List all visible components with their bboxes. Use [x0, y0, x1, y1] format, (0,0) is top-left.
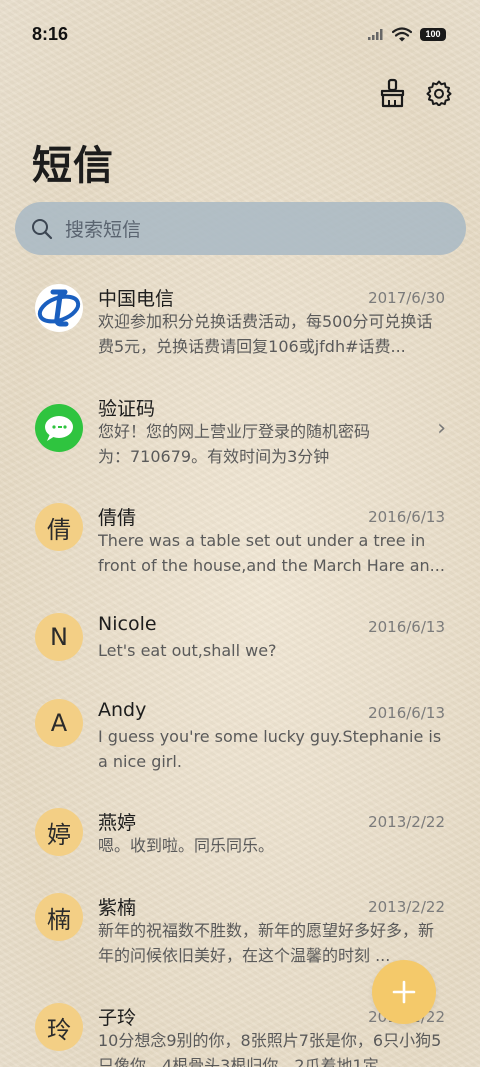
battery-indicator: 100: [420, 27, 446, 41]
contact-name: Andy: [98, 699, 147, 721]
plus-icon: [392, 980, 416, 1004]
avatar: A: [35, 699, 83, 747]
contact-name: 燕婷: [98, 812, 137, 834]
message-preview: 欢迎参加积分兑换话费活动，每500分可兑换话费5元，兑换话费请回复106或jfd…: [98, 312, 433, 356]
conversation-item[interactable]: 验证码 您好！您的网上营业厅登录的随机密码为：710679。有效时间为3分钟 ›: [0, 392, 480, 492]
avatar: [35, 284, 83, 332]
search-placeholder: 搜索短信: [65, 219, 142, 241]
message-date: 2013/2/22: [368, 813, 445, 831]
header-actions: [378, 76, 454, 110]
conversation-item[interactable]: 倩 倩倩 2016/6/13 There was a table set out…: [0, 500, 480, 600]
avatar: 楠: [35, 893, 83, 941]
clean-button[interactable]: [378, 76, 408, 110]
avatar: N: [35, 613, 83, 661]
message-date: 2016/6/13: [368, 508, 445, 526]
contact-name: 子玲: [98, 1007, 137, 1029]
avatar: 玲: [35, 1003, 83, 1051]
page-title: 短信: [32, 143, 114, 189]
conversation-item[interactable]: 婷 燕婷 2013/2/22 嗯。收到啦。同乐同乐。: [0, 805, 480, 885]
status-time: 8:16: [32, 23, 69, 44]
contact-name: 中国电信: [98, 288, 175, 310]
message-preview: I guess you're some lucky guy.Stephanie …: [98, 727, 442, 771]
signal-icon: [368, 29, 383, 40]
avatar: 倩: [35, 503, 83, 551]
search-bar[interactable]: 搜索短信: [15, 202, 466, 255]
message-date: 2016/6/13: [368, 704, 445, 722]
status-icons: 100: [368, 26, 446, 42]
china-telecom-logo-icon: [35, 284, 83, 332]
message-bubble-icon: [45, 416, 73, 441]
wifi-icon: [392, 26, 412, 41]
contact-name: 验证码: [98, 398, 156, 420]
gear-icon: [426, 80, 452, 106]
message-preview: 您好！您的网上营业厅登录的随机密码为：710679。有效时间为3分钟: [98, 422, 371, 466]
brush-icon: [380, 78, 405, 108]
avatar: [35, 404, 83, 452]
message-preview: 10分想念9别的你，8张照片7张是你，6只小狗5只像你，4根骨头3根归你，2爪着…: [98, 1031, 442, 1067]
contact-name: 紫楠: [98, 897, 137, 919]
contact-name: 倩倩: [98, 507, 137, 529]
settings-button[interactable]: [424, 76, 454, 110]
message-date: 2017/6/30: [368, 289, 445, 307]
message-preview: Let's eat out,shall we?: [98, 641, 277, 660]
chevron-right-icon: ›: [437, 416, 446, 441]
conversation-item[interactable]: A Andy 2016/6/13 I guess you're some luc…: [0, 696, 480, 796]
message-date: 2016/6/13: [368, 618, 445, 636]
message-preview: 嗯。收到啦。同乐同乐。: [98, 836, 275, 855]
conversation-item[interactable]: N Nicole 2016/6/13 Let's eat out,shall w…: [0, 610, 480, 690]
message-preview: There was a table set out under a tree i…: [98, 531, 445, 575]
status-bar: 8:16 100: [0, 0, 480, 68]
search-icon: [32, 218, 53, 239]
message-date: 2013/2/22: [368, 898, 445, 916]
contact-name: Nicole: [98, 613, 157, 635]
new-message-button[interactable]: [372, 960, 436, 1024]
avatar: 婷: [35, 808, 83, 856]
conversation-item[interactable]: 中国电信 2017/6/30 欢迎参加积分兑换话费活动，每500分可兑换话费5元…: [0, 270, 480, 380]
